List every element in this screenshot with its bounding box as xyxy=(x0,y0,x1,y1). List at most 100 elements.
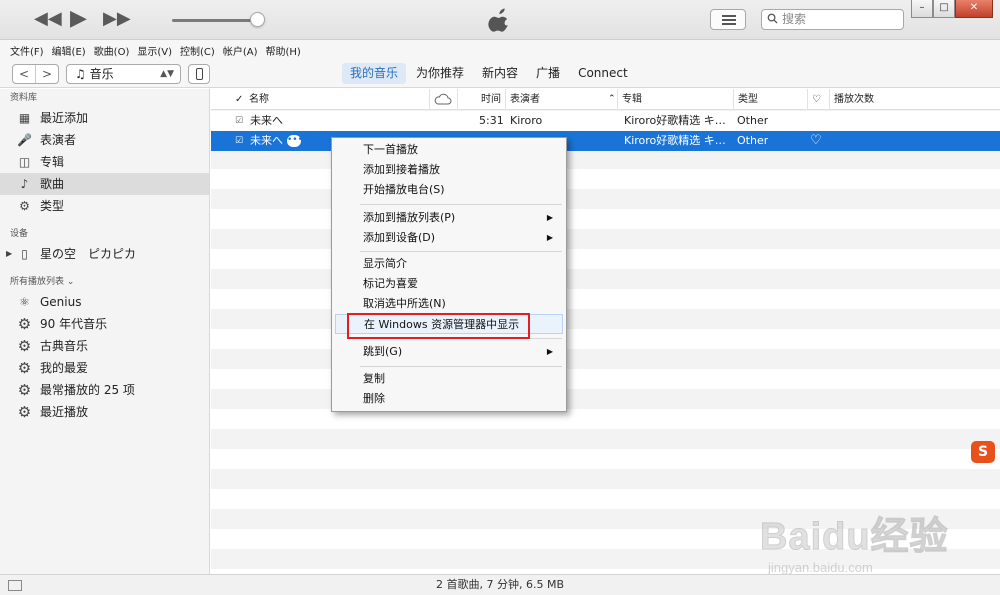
sidebar-item-label: 最近添加 xyxy=(40,111,89,125)
sidebar-item-90s[interactable]: ⚙ 90 年代音乐 xyxy=(0,313,209,335)
submenu-arrow-icon: ▶ xyxy=(546,347,553,356)
play-icon[interactable]: ▶ xyxy=(70,8,87,30)
select-arrows-icon: ▲▼ xyxy=(160,69,174,79)
menu-item-get-info[interactable]: 显示简介 xyxy=(335,254,563,274)
menu-file[interactable]: 文件(F) xyxy=(10,43,44,58)
menu-item-love[interactable]: 标记为喜爱 xyxy=(335,274,563,294)
media-kind-select[interactable]: ♫ 音乐 ▲▼ xyxy=(66,64,181,84)
menu-item-play-later[interactable]: 添加到接着播放 xyxy=(335,160,563,180)
sidebar-item-genres[interactable]: ⚙ 类型 xyxy=(0,195,209,217)
sidebar-item-device[interactable]: ▶ ▯ 星の空 ピカピカ xyxy=(0,243,209,265)
sidebar-item-albums[interactable]: ◫ 专辑 xyxy=(0,151,209,173)
fast-forward-icon[interactable]: ▶▶ xyxy=(103,8,131,30)
menu-item-start-station[interactable]: 开始播放电台(S) xyxy=(335,180,563,200)
disclosure-triangle-icon[interactable]: ▶ xyxy=(6,243,12,265)
header-time[interactable]: 时间 xyxy=(457,89,505,110)
cloud-icon[interactable] xyxy=(429,89,457,110)
sidebar-item-recently-added[interactable]: ▦ 最近添加 xyxy=(0,107,209,129)
menu-edit[interactable]: 编辑(E) xyxy=(52,43,86,58)
menu-item-add-to-device[interactable]: 添加到设备(D) ▶ xyxy=(335,228,563,248)
tab-radio[interactable]: 广播 xyxy=(528,63,568,84)
music-note-icon: ♫ xyxy=(75,67,86,81)
song-album: Kiroro好歌精选 キ… xyxy=(624,114,726,127)
cloud-status-icon xyxy=(434,93,452,105)
minimize-button[interactable]: – xyxy=(911,0,933,18)
sidebar-item-top25[interactable]: ⚙ 最常播放的 25 项 xyxy=(0,379,209,401)
sidebar-item-label: 古典音乐 xyxy=(40,339,89,353)
sidebar-item-label: 我的最爱 xyxy=(40,361,89,375)
header-name[interactable]: 名称 xyxy=(245,89,429,110)
header-genre[interactable]: 类型 xyxy=(733,89,807,110)
tab-for-you[interactable]: 为你推荐 xyxy=(408,63,472,84)
love-heart-icon[interactable]: ♡ xyxy=(810,131,822,151)
device-button[interactable] xyxy=(188,64,210,84)
sidebar-item-genius[interactable]: ⚛ Genius xyxy=(0,291,209,313)
volume-knob[interactable] xyxy=(250,12,265,27)
header-plays[interactable]: 播放次数 xyxy=(829,89,919,110)
microphone-icon: 🎤 xyxy=(17,133,32,147)
sort-up-icon: ⌃ xyxy=(608,94,616,104)
library-summary: 2 首歌曲, 7 分钟, 6.5 MB xyxy=(435,578,564,591)
forward-icon[interactable]: > xyxy=(36,65,58,83)
sidebar-item-recently-played[interactable]: ⚙ 最近播放 xyxy=(0,401,209,423)
menu-item-label: 跳到(G) xyxy=(363,345,403,358)
table-row-selected[interactable]: ☑ 未来へ ••• Kiroro好歌精选 キ… Other ♡ xyxy=(211,131,1000,151)
devices-section-title: 设备 xyxy=(10,229,29,239)
menu-item-uncheck-selection[interactable]: 取消选中所选(N) xyxy=(335,294,563,314)
menu-account[interactable]: 帐户(A) xyxy=(223,43,258,58)
media-kind-label: 音乐 xyxy=(89,67,114,81)
row-checkbox[interactable]: ☑ xyxy=(235,137,243,146)
menu-item-add-to-playlist[interactable]: 添加到播放列表(P) ▶ xyxy=(335,208,563,228)
up-next-list-button[interactable] xyxy=(710,9,746,30)
device-name: 星の空 ピカピカ xyxy=(40,247,137,261)
tab-connect[interactable]: Connect xyxy=(570,63,636,84)
close-button[interactable]: ✕ xyxy=(955,0,993,18)
song-genre: Other xyxy=(737,114,769,127)
player-bar: ◀◀ ▶ ▶▶ 搜索 – □ ✕ xyxy=(0,0,1000,40)
search-input[interactable]: 搜索 xyxy=(761,9,904,30)
song-artist: Kiroro xyxy=(510,114,543,127)
submenu-arrow-icon: ▶ xyxy=(546,233,553,242)
sogou-input-icon[interactable]: S xyxy=(971,441,995,463)
song-name: 未来へ xyxy=(250,114,283,127)
menu-item-delete[interactable]: 删除 xyxy=(335,389,563,409)
sidebar-item-label: Genius xyxy=(40,295,82,309)
genres-icon: ⚙ xyxy=(19,199,30,213)
rewind-icon[interactable]: ◀◀ xyxy=(34,8,62,30)
album-icon: ◫ xyxy=(18,155,31,169)
iphone-icon: ▯ xyxy=(21,247,28,261)
sidebar-item-label: 最常播放的 25 项 xyxy=(40,383,135,397)
more-options-icon[interactable]: ••• xyxy=(287,135,301,147)
menu-item-go-to[interactable]: 跳到(G) ▶ xyxy=(335,342,563,362)
menu-song[interactable]: 歌曲(O) xyxy=(94,43,130,58)
tab-bar: 我的音乐 为你推荐 新内容 广播 Connect xyxy=(342,63,638,84)
header-album[interactable]: 专辑 xyxy=(617,89,733,110)
menu-item-copy[interactable]: 复制 xyxy=(335,369,563,389)
header-check[interactable]: ✓ xyxy=(231,89,243,110)
highlight-annotation-box xyxy=(347,313,530,339)
playlists-section-title[interactable]: 所有播放列表 ⌄ xyxy=(0,273,209,291)
table-row[interactable]: ☑ 未来へ 5:31 Kiroro Kiroro好歌精选 キ… Other xyxy=(211,111,1000,131)
maximize-button[interactable]: □ xyxy=(933,0,955,18)
menu-item-label: 添加到设备(D) xyxy=(363,231,436,244)
sidebar-item-songs[interactable]: ♪ 歌曲 xyxy=(0,173,209,195)
menu-separator xyxy=(360,366,562,367)
sidebar-item-classical[interactable]: ⚙ 古典音乐 xyxy=(0,335,209,357)
back-icon[interactable]: < xyxy=(13,65,36,83)
menu-item-label: 添加到播放列表(P) xyxy=(363,211,456,224)
menu-help[interactable]: 帮助(H) xyxy=(265,43,300,58)
header-artist[interactable]: 表演者 xyxy=(505,89,621,110)
tab-new[interactable]: 新内容 xyxy=(474,63,526,84)
sidebar-item-artists[interactable]: 🎤 表演者 xyxy=(0,129,209,151)
row-checkbox[interactable]: ☑ xyxy=(235,117,243,126)
menu-controls[interactable]: 控制(C) xyxy=(180,43,215,58)
menu-bar: 文件(F) 编辑(E) 歌曲(O) 显示(V) 控制(C) 帐户(A) 帮助(H… xyxy=(0,40,1000,60)
menu-view[interactable]: 显示(V) xyxy=(137,43,172,58)
menu-item-play-next[interactable]: 下一首播放 xyxy=(335,140,563,160)
sidebar-item-favorites[interactable]: ⚙ 我的最爱 xyxy=(0,357,209,379)
heart-header-icon[interactable]: ♡ xyxy=(807,89,829,110)
tab-my-music[interactable]: 我的音乐 xyxy=(342,63,407,84)
sidebar-toggle-icon[interactable] xyxy=(8,580,22,591)
nav-arrows: < > xyxy=(12,64,59,84)
volume-slider[interactable] xyxy=(172,19,260,22)
